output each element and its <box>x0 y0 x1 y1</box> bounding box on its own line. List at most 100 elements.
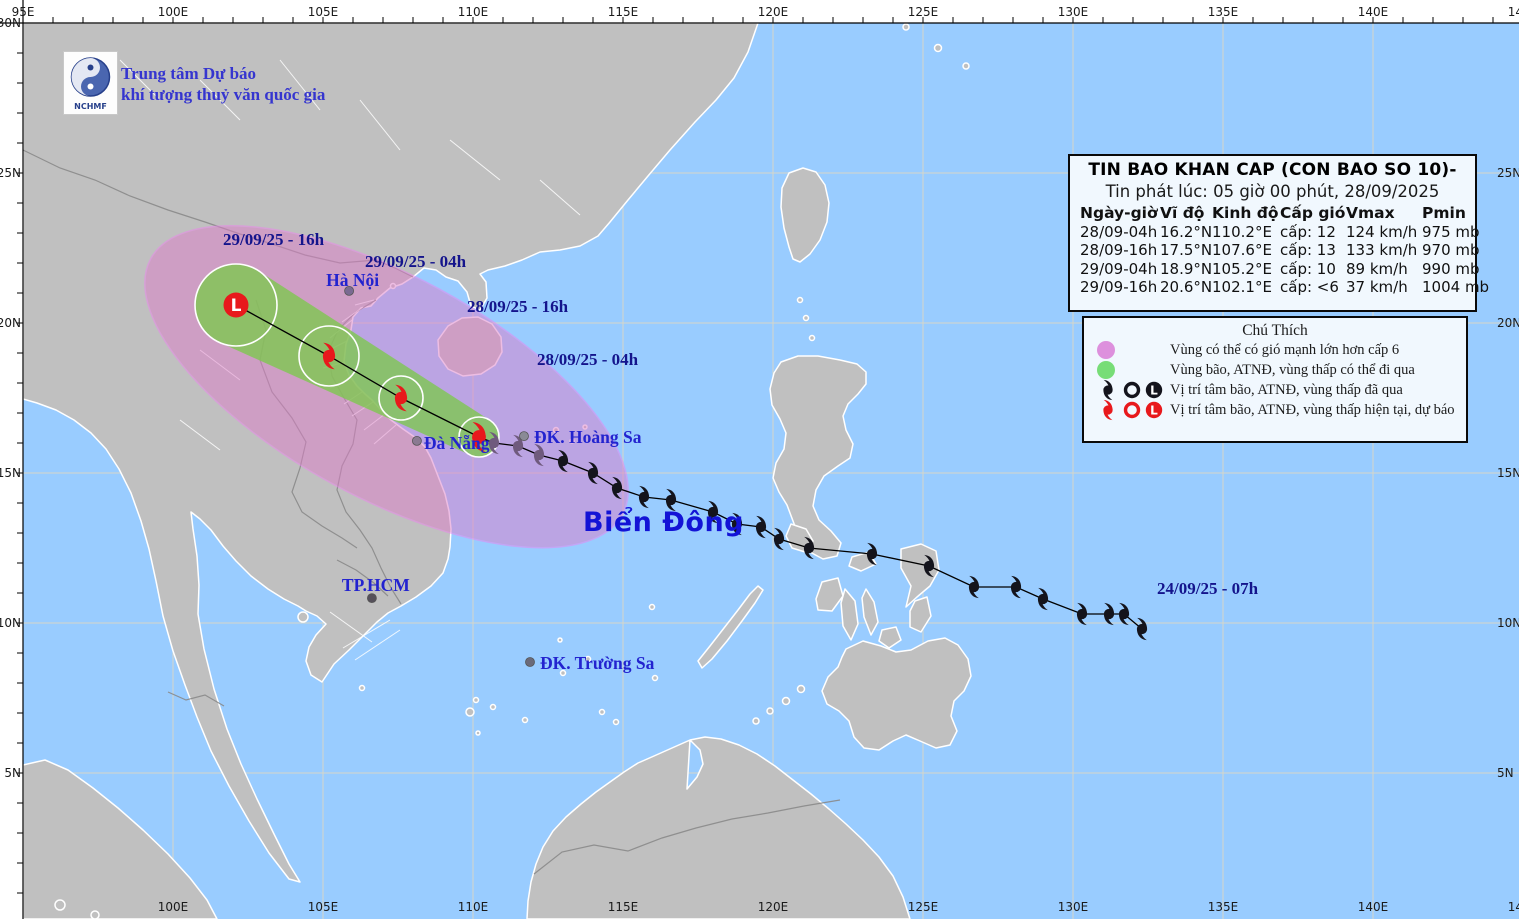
svg-text:L: L <box>1150 384 1158 398</box>
table-cell: cấp: <6 <box>1280 278 1346 297</box>
left-margin <box>0 0 23 919</box>
lon-label-top: 125E <box>908 5 939 19</box>
storm-bulletin-box: TIN BAO KHAN CAP (CON BAO SO 10)- Tin ph… <box>1068 154 1477 312</box>
forecast-low-icon: L <box>224 293 249 318</box>
legend-row-past: L Vị trí tâm bão, ATNĐ, vùng thấp đã qua <box>1084 381 1466 401</box>
table-cell: cấp: 10 <box>1280 260 1346 279</box>
sea-name-label: Biển Đông <box>583 505 744 538</box>
table-cell: 20.6°N <box>1160 278 1212 297</box>
table-cell: Kinh độ <box>1212 204 1280 223</box>
forecast-table-row: 28/09-16h17.5°N107.6°Ecấp: 13133 km/h970… <box>1080 241 1475 260</box>
org-name-line2: khí tượng thuỷ văn quốc gia <box>121 84 325 105</box>
weather-map-screen: 25N 20N 15N 10N 5N 100E 105E 110E 115E 120E 125E 13… <box>0 0 1519 919</box>
past-depression-icon <box>1126 384 1139 397</box>
lat-label-left: 15N <box>0 466 21 480</box>
lon-label-bottom: 130E <box>1058 900 1089 914</box>
legend-row-green: Vùng bão, ATNĐ, vùng thấp có thể đi qua <box>1084 361 1466 381</box>
city-marker <box>412 436 421 445</box>
lat-label-left: 5N <box>4 766 21 780</box>
city-label: Hà Nội <box>326 270 379 290</box>
table-cell: Cấp gió <box>1280 204 1346 223</box>
legend-label: Vùng bão, ATNĐ, vùng thấp có thể đi qua <box>1170 362 1415 379</box>
pink-area-icon <box>1097 341 1115 359</box>
lon-label-top: 120E <box>758 5 789 19</box>
table-cell: cấp: 13 <box>1280 241 1346 260</box>
lat-label-left: 25N <box>0 166 21 180</box>
forecast-table-header: Ngày-giờVĩ độKinh độCấp gióVmaxPmin <box>1080 204 1475 223</box>
table-cell: 16.2°N <box>1160 223 1212 242</box>
lat-label-left: 20N <box>0 316 21 330</box>
lon-label-bottom: 100E <box>158 900 189 914</box>
track-date-label: 29/09/25 - 16h <box>223 230 325 249</box>
table-cell: 970 mb <box>1422 241 1478 260</box>
forecast-table-row: 29/09-04h18.9°N105.2°Ecấp: 1089 km/h990 … <box>1080 260 1475 279</box>
legend-label: Vị trí tâm bão, ATNĐ, vùng thấp đã qua <box>1170 382 1403 399</box>
table-cell: Vmax <box>1346 204 1422 223</box>
legend-row-forecast: L Vị trí tâm bão, ATNĐ, vùng thấp hiện t… <box>1084 401 1466 421</box>
org-name: Trung tâm Dự báo khí tượng thuỷ văn quốc… <box>121 63 325 105</box>
svg-text:L: L <box>231 296 242 316</box>
track-date-label: 24/09/25 - 07h <box>1157 579 1259 598</box>
lon-label-top: 110E <box>458 5 489 19</box>
table-cell: 975 mb <box>1422 223 1478 242</box>
lat-label-right: 5N <box>1497 766 1514 780</box>
table-cell: 29/09-04h <box>1080 260 1160 279</box>
lat-label-left: 30N <box>0 16 21 30</box>
forecast-table-row: 29/09-16h20.6°N102.1°Ecấp: <637 km/h1004… <box>1080 278 1475 297</box>
table-cell: 107.6°E <box>1212 241 1280 260</box>
lon-label-top: 135E <box>1208 5 1239 19</box>
table-cell: 102.1°E <box>1212 278 1280 297</box>
lon-label-top: 145E <box>1508 5 1519 19</box>
lat-label-right: 15N <box>1497 466 1519 480</box>
logo-text: NCHMF <box>74 102 107 111</box>
table-cell: Ngày-giờ <box>1080 204 1160 223</box>
table-cell: 124 km/h <box>1346 223 1422 242</box>
city-label: TP.HCM <box>342 575 410 595</box>
table-cell: 105.2°E <box>1212 260 1280 279</box>
lon-label-bottom: 125E <box>908 900 939 914</box>
track-date-label: 28/09/25 - 16h <box>467 297 569 316</box>
table-cell: 110.2°E <box>1212 223 1280 242</box>
forecast-table-row: 28/09-04h16.2°N110.2°Ecấp: 12124 km/h975… <box>1080 223 1475 242</box>
legend-label: Vùng có thể có gió mạnh lớn hơn cấp 6 <box>1170 342 1399 359</box>
lat-label-right: 25N <box>1497 166 1519 180</box>
city-label: ĐK. Trường Sa <box>540 653 655 673</box>
bulletin-issued-time: Tin phát lúc: 05 giờ 00 phút, 28/09/2025 <box>1070 182 1475 201</box>
lon-label-top: 130E <box>1058 5 1089 19</box>
bulletin-title: TIN BAO KHAN CAP (CON BAO SO 10)- <box>1070 160 1475 180</box>
lon-label-top: 100E <box>158 5 189 19</box>
org-name-line1: Trung tâm Dự báo <box>121 63 325 84</box>
lon-label-bottom: 110E <box>458 900 489 914</box>
legend-title: Chú Thích <box>1084 322 1466 340</box>
storm-track-map: 25N 20N 15N 10N 5N 100E 105E 110E 115E 120E 125E 13… <box>0 0 1519 919</box>
city-marker <box>526 658 535 667</box>
legend-box: Chú Thích Vùng có thể có gió mạnh lớn hơ… <box>1082 316 1468 443</box>
table-cell: 89 km/h <box>1346 260 1422 279</box>
lon-label-bottom: 115E <box>608 900 639 914</box>
lon-label-bottom: 105E <box>308 900 339 914</box>
table-cell: Vĩ độ <box>1160 204 1212 223</box>
forecast-depression-icon <box>1126 404 1139 417</box>
legend-label: Vị trí tâm bão, ATNĐ, vùng thấp hiện tại… <box>1170 402 1455 419</box>
lon-label-bottom: 140E <box>1358 900 1389 914</box>
table-cell: 18.9°N <box>1160 260 1212 279</box>
green-area-icon <box>1097 361 1115 379</box>
table-cell: 37 km/h <box>1346 278 1422 297</box>
forecast-table: Ngày-giờVĩ độKinh độCấp gióVmaxPmin28/09… <box>1080 204 1475 297</box>
table-cell: 990 mb <box>1422 260 1478 279</box>
city-marker <box>520 432 529 441</box>
nchmf-logo: NCHMF <box>63 51 118 115</box>
legend-row-pink: Vùng có thể có gió mạnh lớn hơn cấp 6 <box>1084 341 1466 361</box>
table-cell: 28/09-04h <box>1080 223 1160 242</box>
lat-label-left: 10N <box>0 616 21 630</box>
svg-text:L: L <box>1150 404 1158 418</box>
lon-label-top: 140E <box>1358 5 1389 19</box>
track-date-label: 29/09/25 - 04h <box>365 252 467 271</box>
lon-label-bottom: 145E <box>1508 900 1519 914</box>
table-cell: 28/09-16h <box>1080 241 1160 260</box>
table-cell: 29/09-16h <box>1080 278 1160 297</box>
forecast-typhoon-icon <box>1103 400 1112 420</box>
city-label: Đà Nẵng <box>424 433 490 453</box>
sea-name: Biển Đông <box>583 505 744 538</box>
table-cell: cấp: 12 <box>1280 223 1346 242</box>
